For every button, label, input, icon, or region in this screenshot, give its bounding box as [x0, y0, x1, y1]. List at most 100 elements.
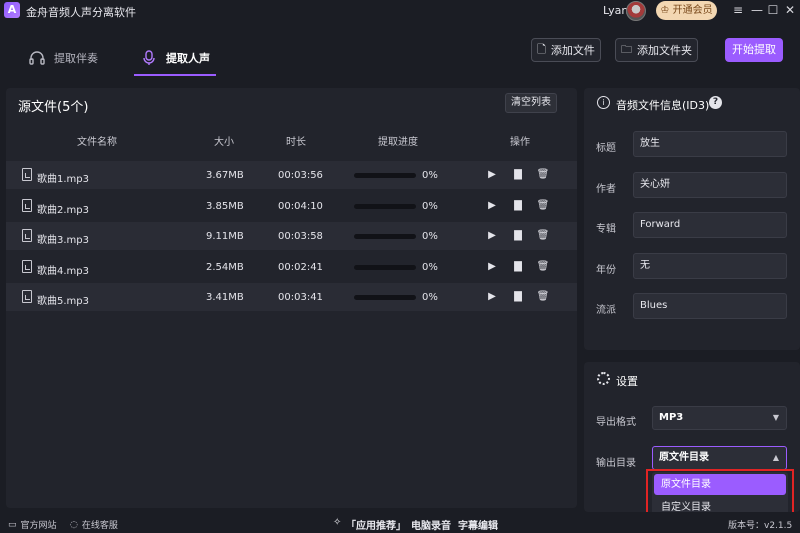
- file-name: 歌曲3.mp3: [37, 235, 89, 246]
- recorder-link[interactable]: 电脑录音: [411, 517, 451, 532]
- play-icon[interactable]: ▶: [485, 290, 499, 304]
- format-select-value: MP3: [659, 412, 684, 423]
- chat-icon: ◌: [70, 519, 78, 530]
- column-header-duration: 时长: [286, 137, 306, 148]
- vip-button[interactable]: ♔ 开通会员: [656, 1, 717, 20]
- file-icon: [22, 229, 32, 242]
- maximize-icon[interactable]: ☐: [765, 2, 781, 18]
- id3-panel-title: 音频文件信息(ID3): [616, 99, 710, 112]
- add-file-button[interactable]: 🗋 添加文件: [531, 38, 601, 62]
- output-dir-select-value: 原文件目录: [659, 452, 709, 463]
- progress-text: 0%: [422, 262, 438, 273]
- play-icon[interactable]: ▶: [485, 260, 499, 274]
- file-size: 3.67MB: [206, 170, 244, 181]
- microphone-icon: [143, 50, 155, 65]
- file-name: 歌曲2.mp3: [37, 205, 89, 216]
- file-name: 歌曲1.mp3: [37, 174, 89, 185]
- chevron-down-icon: ▼: [772, 413, 779, 422]
- table-row[interactable]: 歌曲4.mp3 2.54MB 00:02:41 0% ▶ ▇ 🗑: [6, 253, 577, 281]
- artist-field[interactable]: 关心妍: [633, 172, 787, 198]
- add-folder-button[interactable]: 🗀 添加文件夹: [615, 38, 698, 62]
- table-row[interactable]: 歌曲3.mp3 9.11MB 00:03:58 0% ▶ ▇ 🗑: [6, 222, 577, 250]
- field-label-genre: 流派: [596, 305, 616, 316]
- app-recommend-link[interactable]: 「应用推荐」: [346, 517, 406, 532]
- file-icon: [22, 199, 32, 212]
- file-size: 9.11MB: [206, 231, 244, 242]
- website-link[interactable]: ▭ 官方网站: [8, 518, 57, 532]
- format-label: 导出格式: [596, 417, 636, 428]
- file-duration: 00:04:10: [278, 201, 323, 212]
- delete-icon[interactable]: 🗑: [536, 290, 550, 304]
- delete-icon[interactable]: 🗑: [536, 168, 550, 182]
- year-field[interactable]: 无: [633, 253, 787, 279]
- output-dir-label: 输出目录: [596, 458, 636, 469]
- folder-icon[interactable]: ▇: [511, 168, 525, 182]
- progress-bar: [354, 204, 416, 209]
- column-header-actions: 操作: [510, 137, 530, 148]
- file-icon: [22, 168, 32, 181]
- progress-text: 0%: [422, 201, 438, 212]
- table-row[interactable]: 歌曲1.mp3 3.67MB 00:03:56 0% ▶ ▇ 🗑: [6, 161, 577, 189]
- delete-icon[interactable]: 🗑: [536, 260, 550, 274]
- column-header-name: 文件名称: [77, 137, 117, 148]
- settings-title: 设置: [616, 375, 638, 388]
- vip-button-label: 开通会员: [672, 5, 713, 16]
- folder-icon: 🗀: [621, 42, 632, 56]
- avatar[interactable]: [626, 1, 646, 21]
- tab-label: 提取伴奏: [54, 52, 98, 65]
- play-icon[interactable]: ▶: [485, 199, 499, 213]
- table-row[interactable]: 歌曲2.mp3 3.85MB 00:04:10 0% ▶ ▇ 🗑: [6, 192, 577, 220]
- folder-icon[interactable]: ▇: [511, 290, 525, 304]
- support-label: 在线客服: [81, 521, 118, 531]
- table-row[interactable]: 歌曲5.mp3 3.41MB 00:03:41 0% ▶ ▇ 🗑: [6, 283, 577, 311]
- headphones-icon: [29, 51, 45, 65]
- close-icon[interactable]: ✕: [782, 2, 798, 18]
- field-label-artist: 作者: [596, 184, 616, 195]
- menu-icon[interactable]: ≡: [730, 2, 746, 18]
- delete-icon[interactable]: 🗑: [536, 229, 550, 243]
- field-label-year: 年份: [596, 265, 616, 276]
- tab-extract-accompaniment[interactable]: 提取伴奏: [28, 38, 98, 78]
- clear-list-button[interactable]: 清空列表: [505, 93, 557, 113]
- output-dir-select[interactable]: 原文件目录 ▲: [652, 446, 787, 470]
- genre-field[interactable]: Blues: [633, 293, 787, 319]
- support-link[interactable]: ◌ 在线客服: [70, 518, 118, 532]
- file-duration: 00:03:41: [278, 292, 323, 303]
- file-icon: [22, 260, 32, 273]
- help-icon[interactable]: ?: [709, 96, 722, 109]
- version-text: 版本号：v2.1.5: [728, 521, 793, 531]
- file-list-title: 源文件(5个): [18, 100, 89, 115]
- title-field[interactable]: 放生: [633, 131, 787, 157]
- crown-icon: ♔: [660, 5, 670, 16]
- file-size: 3.85MB: [206, 201, 244, 212]
- active-tab-indicator: [134, 74, 216, 76]
- folder-icon[interactable]: ▇: [511, 199, 525, 213]
- progress-bar: [354, 234, 416, 239]
- column-header-progress: 提取进度: [378, 137, 418, 148]
- delete-icon[interactable]: 🗑: [536, 199, 550, 213]
- subtitle-editor-link[interactable]: 字幕编辑: [458, 517, 498, 532]
- album-field[interactable]: Forward: [633, 212, 787, 238]
- tab-label: 提取人声: [166, 52, 210, 65]
- info-icon: i: [597, 96, 610, 109]
- chevron-up-icon: ▲: [772, 453, 779, 462]
- file-size: 2.54MB: [206, 262, 244, 273]
- format-select[interactable]: MP3 ▼: [652, 406, 787, 430]
- dropdown-option-source-dir[interactable]: 原文件目录: [654, 474, 786, 495]
- progress-text: 0%: [422, 292, 438, 303]
- minimize-icon[interactable]: —: [749, 2, 765, 18]
- file-icon: [22, 290, 32, 303]
- tab-extract-vocals[interactable]: 提取人声: [140, 38, 210, 78]
- progress-bar: [354, 173, 416, 178]
- file-name: 歌曲4.mp3: [37, 266, 89, 277]
- start-extract-button[interactable]: 开始提取: [725, 38, 783, 62]
- folder-icon[interactable]: ▇: [511, 229, 525, 243]
- user-name[interactable]: Lyan: [603, 4, 628, 17]
- gear-icon: [597, 372, 610, 385]
- file-duration: 00:03:58: [278, 231, 323, 242]
- fire-icon: ✧: [333, 517, 342, 528]
- play-icon[interactable]: ▶: [485, 229, 499, 243]
- folder-icon[interactable]: ▇: [511, 260, 525, 274]
- play-icon[interactable]: ▶: [485, 168, 499, 182]
- file-add-icon: 🗋: [537, 42, 546, 56]
